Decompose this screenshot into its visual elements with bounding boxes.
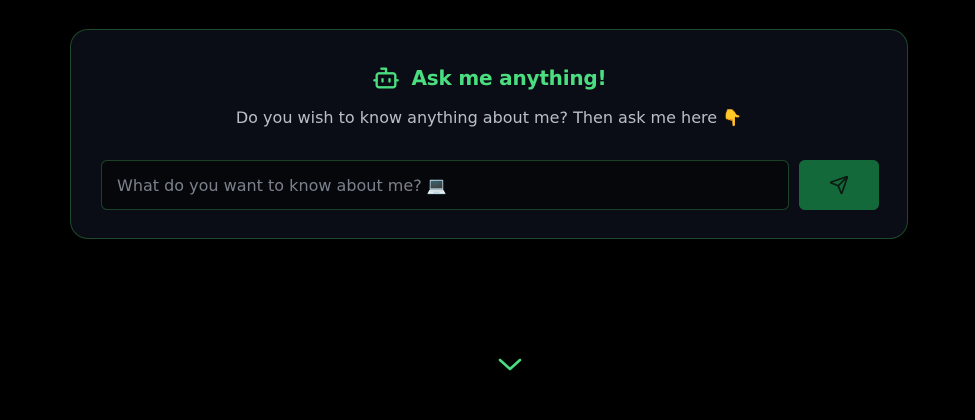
card-title: Ask me anything!	[411, 66, 607, 90]
robot-icon	[372, 64, 400, 92]
scroll-down-button[interactable]	[496, 352, 524, 376]
card-header: Ask me anything!	[71, 64, 907, 92]
chevron-down-icon	[496, 354, 524, 374]
send-button[interactable]	[799, 160, 879, 210]
question-input[interactable]	[101, 160, 789, 210]
card-subtitle: Do you wish to know anything about me? T…	[235, 108, 743, 127]
send-icon	[829, 175, 849, 195]
ask-card: Ask me anything! Do you wish to know any…	[70, 29, 908, 239]
